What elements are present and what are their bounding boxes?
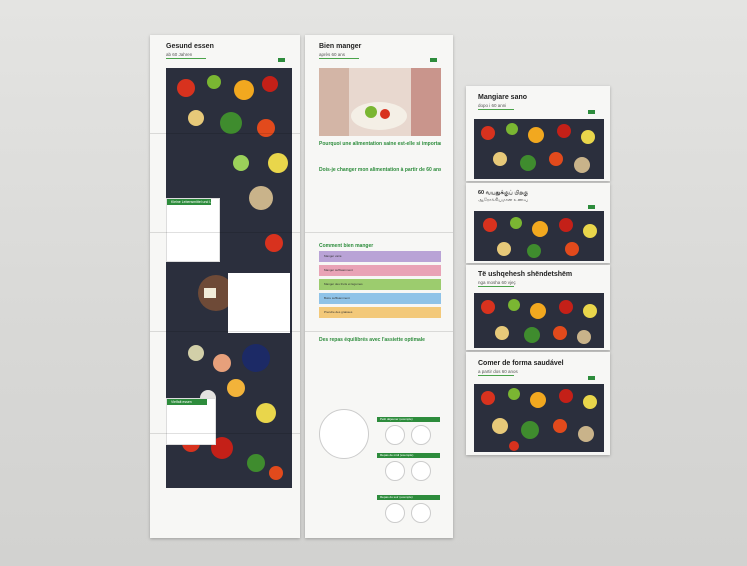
leaflet-title: Bien manger bbox=[319, 43, 362, 50]
leaflet-title: Comer de forma saudável bbox=[478, 360, 564, 367]
guideline-bar: Manger suffisamment bbox=[319, 265, 441, 276]
meal-plate bbox=[411, 461, 431, 481]
meal-plate bbox=[411, 425, 431, 445]
logo-badge bbox=[588, 376, 596, 380]
leaflet-title: Gesund essen bbox=[166, 43, 214, 50]
guideline-bars: Manger varié Manger suffisamment Manger … bbox=[319, 251, 441, 323]
leaflet-portuguese: Comer de forma saudável a partir dos 60 … bbox=[466, 352, 610, 455]
leaflet-title: 60 வயதுக்குப் பிறகு bbox=[478, 190, 529, 196]
optimal-plate bbox=[319, 409, 369, 459]
section-heading: Des repas équilibrés avec l'assiette opt… bbox=[319, 337, 425, 343]
leaflet-german: Gesund essen ab 60 Jahren Kleine Lebensm… bbox=[150, 35, 300, 538]
guideline-bar: Manger varié bbox=[319, 251, 441, 262]
leaflet-italian: Mangiare sano dopo i 60 anni bbox=[466, 86, 610, 181]
vegetable-photo bbox=[474, 211, 604, 261]
leaflet-subtitle: dopo i 60 anni bbox=[478, 103, 507, 108]
meal-header: Repas du soir (exemple) bbox=[377, 495, 440, 500]
meal-photo bbox=[319, 68, 441, 136]
vegetable-photo bbox=[474, 384, 604, 452]
leaflet-tamil: 60 வயதுக்குப் பிறகு ஆரோக்கியமான உணவு bbox=[466, 183, 610, 263]
guideline-bar: Manger des fruits et légumes bbox=[319, 279, 441, 290]
vegetable-photo bbox=[474, 119, 604, 179]
guideline-bar: Prendre des graisses bbox=[319, 307, 441, 318]
title-underline bbox=[478, 109, 514, 110]
fold-line bbox=[150, 232, 300, 233]
title-underline bbox=[478, 375, 514, 376]
vegetable-photo bbox=[474, 293, 604, 348]
leaflet-title: Mangiare sano bbox=[478, 94, 528, 101]
leaflet-subtitle: a partir dos 60 anos bbox=[478, 369, 518, 374]
info-box-header: Kleine Lebensmittel und Lebensweisen bbox=[167, 199, 211, 205]
leaflet-title: Të ushqehesh shëndetshëm bbox=[478, 271, 573, 278]
info-box: Kleine Lebensmittel und Lebensweisen bbox=[166, 198, 220, 262]
vielfalt-box-header: Vielfalt essen bbox=[167, 399, 207, 405]
leaflet-french: Bien manger après 60 ans Pourquoi une al… bbox=[305, 35, 453, 538]
meal-header: Repas de midi (exemple) bbox=[377, 453, 440, 458]
fold-line bbox=[305, 232, 453, 233]
vielfalt-box: Vielfalt essen bbox=[166, 398, 216, 445]
question-heading: Pourquoi une alimentation saine est-elle… bbox=[319, 141, 441, 147]
title-underline bbox=[319, 58, 359, 59]
leaflet-subtitle: ab 60 Jahren bbox=[166, 52, 193, 57]
title-underline bbox=[478, 286, 514, 287]
leaflet-subtitle: ஆரோக்கியமான உணவு bbox=[478, 197, 528, 202]
meal-header: Petit déjeuner (exemple) bbox=[377, 417, 440, 422]
guideline-bar: Boire suffisamment bbox=[319, 293, 441, 304]
title-underline bbox=[166, 58, 206, 59]
leaflet-albanian: Të ushqehesh shëndetshëm nga mosha 60 vj… bbox=[466, 265, 610, 350]
leaflet-subtitle: nga mosha 60 vjeç bbox=[478, 280, 516, 285]
fold-line bbox=[150, 331, 300, 332]
logo-badge bbox=[588, 205, 596, 209]
section-heading: Comment bien manger bbox=[319, 243, 374, 249]
fold-line bbox=[150, 433, 300, 434]
meal-plate bbox=[411, 503, 431, 523]
logo-badge bbox=[278, 58, 286, 62]
meal-plate bbox=[385, 503, 405, 523]
fold-line bbox=[150, 133, 300, 134]
leaflet-subtitle: après 60 ans bbox=[319, 52, 346, 57]
fold-line bbox=[305, 331, 453, 332]
meal-plate bbox=[385, 425, 405, 445]
meal-plate bbox=[385, 461, 405, 481]
question-heading: Dois-je changer mon alimentation à parti… bbox=[319, 167, 441, 173]
logo-badge bbox=[588, 110, 596, 114]
logo-badge bbox=[430, 58, 438, 62]
